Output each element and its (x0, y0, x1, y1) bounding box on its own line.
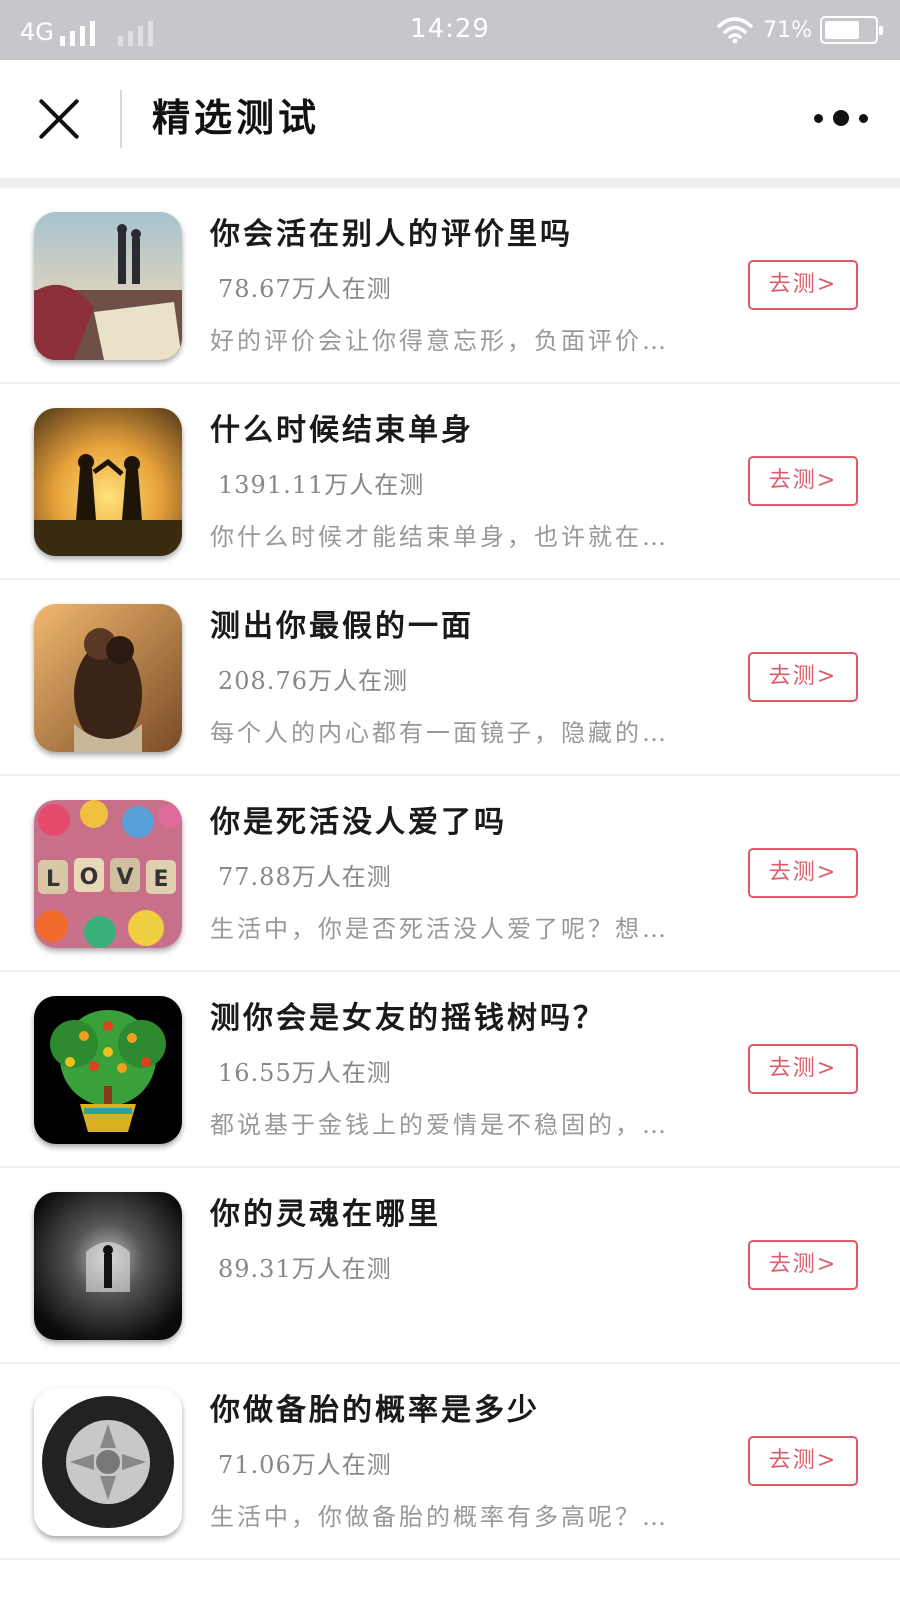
battery-fill (825, 21, 859, 39)
item-description: 生活中，你是否死活没人爱了呢？想… (210, 915, 669, 943)
go-test-button[interactable]: 去测> (748, 652, 858, 702)
item-thumbnail (34, 408, 182, 556)
more-dots-icon[interactable] (814, 106, 868, 130)
item-count: 89.31万人在测 (218, 1255, 392, 1283)
go-test-button[interactable]: 去测> (748, 456, 858, 506)
close-icon[interactable] (36, 96, 82, 142)
go-test-button[interactable]: 去测> (748, 848, 858, 898)
test-list: 你会活在别人的评价里吗 78.67万人在测 好的评价会让你得意忘形，负面评价… … (0, 188, 900, 1560)
item-description: 生活中，你做备胎的概率有多高呢？… (210, 1503, 669, 1531)
item-thumbnail (34, 996, 182, 1144)
nav-divider (120, 90, 122, 148)
item-count: 78.67万人在测 (218, 275, 392, 303)
item-description: 你什么时候才能结束单身，也许就在… (210, 523, 669, 551)
go-test-button[interactable]: 去测> (748, 1240, 858, 1290)
go-test-button[interactable]: 去测> (748, 1044, 858, 1094)
item-title: 测你会是女友的摇钱树吗？ (210, 1001, 606, 1036)
item-thumbnail: L O V E (34, 800, 182, 948)
item-title: 你做备胎的概率是多少 (210, 1393, 540, 1428)
svg-text:O: O (80, 865, 99, 890)
status-bar: 4G 14:29 71% (0, 0, 900, 60)
list-item[interactable]: 你会活在别人的评价里吗 78.67万人在测 好的评价会让你得意忘形，负面评价… … (0, 188, 900, 384)
item-thumbnail (34, 1192, 182, 1340)
wifi-icon (717, 17, 753, 44)
item-description: 每个人的内心都有一面镜子，隐藏的… (210, 719, 669, 747)
item-title: 你是死活没人爱了吗 (210, 805, 507, 840)
item-description: 都说基于金钱上的爱情是不稳固的，… (210, 1111, 669, 1139)
item-thumbnail (34, 1388, 182, 1536)
item-count: 77.88万人在测 (218, 863, 392, 891)
go-test-button[interactable]: 去测> (748, 260, 858, 310)
nav-separator (0, 178, 900, 188)
svg-text:L: L (46, 867, 60, 892)
list-item[interactable]: 什么时候结束单身 1391.11万人在测 你什么时候才能结束单身，也许就在… 去… (0, 384, 900, 580)
svg-text:V: V (116, 865, 133, 890)
item-count: 71.06万人在测 (218, 1451, 392, 1479)
page-title: 精选测试 (152, 95, 321, 140)
item-count: 208.76万人在测 (218, 667, 408, 695)
item-title: 你的灵魂在哪里 (210, 1197, 441, 1232)
list-item[interactable]: 你做备胎的概率是多少 71.06万人在测 生活中，你做备胎的概率有多高呢？… 去… (0, 1364, 900, 1560)
list-item[interactable]: 测出你最假的一面 208.76万人在测 每个人的内心都有一面镜子，隐藏的… 去测… (0, 580, 900, 776)
item-description: 好的评价会让你得意忘形，负面评价… (210, 327, 669, 355)
item-count: 1391.11万人在测 (218, 471, 425, 499)
battery-percent: 71% (763, 17, 812, 43)
status-right: 71% (717, 14, 883, 46)
item-title: 测出你最假的一面 (210, 609, 474, 644)
item-count: 16.55万人在测 (218, 1059, 392, 1087)
nav-bar: 精选测试 (0, 60, 900, 178)
go-test-button[interactable]: 去测> (748, 1436, 858, 1486)
list-item[interactable]: L O V E 你是死活没人爱了吗 77.88万人在测 生活中，你是否死活没人爱… (0, 776, 900, 972)
svg-text:E: E (153, 867, 168, 892)
item-thumbnail (34, 604, 182, 752)
item-title: 你会活在别人的评价里吗 (210, 217, 573, 252)
list-item[interactable]: 测你会是女友的摇钱树吗？ 16.55万人在测 都说基于金钱上的爱情是不稳固的，…… (0, 972, 900, 1168)
item-thumbnail (34, 212, 182, 360)
battery-icon (820, 16, 883, 44)
item-title: 什么时候结束单身 (210, 413, 474, 448)
list-item[interactable]: 你的灵魂在哪里 89.31万人在测 去测> (0, 1168, 900, 1364)
